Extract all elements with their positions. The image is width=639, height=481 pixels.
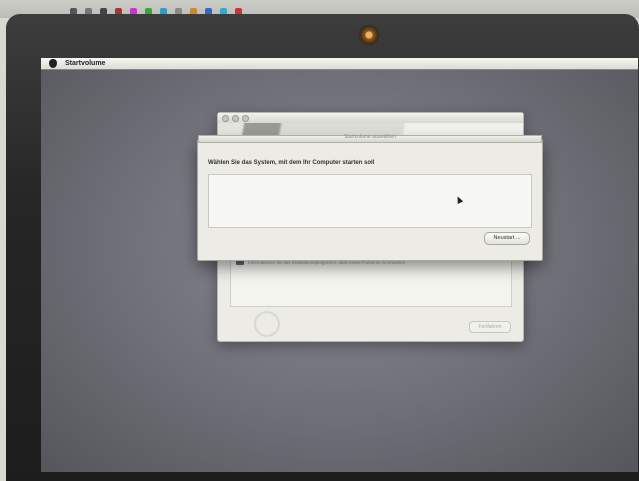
menu-app-name[interactable]: Startvolume xyxy=(65,60,105,67)
startup-disk-list[interactable] xyxy=(208,174,532,228)
screen: Startvolume Informationen für das Instal… xyxy=(41,58,638,472)
startup-disk-sheet: Startvolume auswählen Wählen Sie das Sys… xyxy=(197,134,543,261)
continue-button[interactable]: Fortfahren xyxy=(469,321,511,333)
minimize-window-button[interactable] xyxy=(232,115,239,122)
menu-bar: Startvolume xyxy=(41,58,638,70)
disc-icon xyxy=(254,311,280,337)
window-controls xyxy=(222,115,249,122)
sheet-title: Startvolume auswählen xyxy=(344,134,396,140)
zoom-window-button[interactable] xyxy=(242,115,249,122)
close-window-button[interactable] xyxy=(222,115,229,122)
restart-button[interactable]: Neustart ... xyxy=(484,232,530,245)
camera-icon xyxy=(358,24,380,46)
sheet-prompt: Wählen Sie das System, mit dem Ihr Compu… xyxy=(208,160,375,166)
apple-logo-icon[interactable] xyxy=(49,59,57,68)
